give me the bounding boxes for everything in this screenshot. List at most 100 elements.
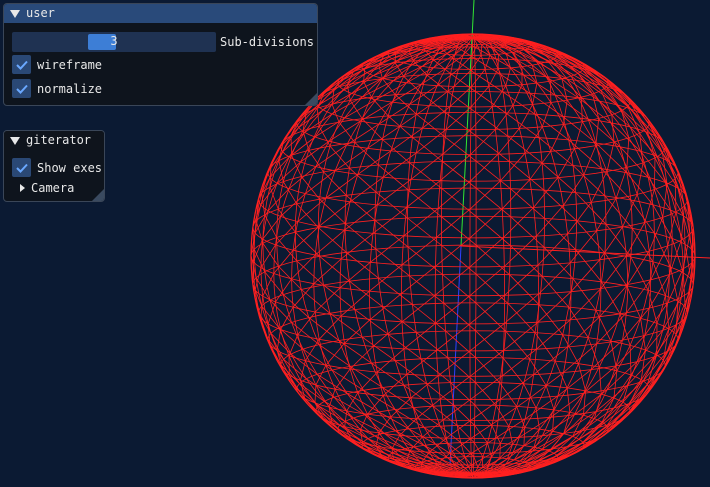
sphere-edge [495,105,514,130]
sphere-edge [536,319,571,350]
sphere-edge [582,63,609,84]
sphere-edge [574,121,583,149]
sphere-edge [383,152,417,178]
sphere-edge [412,304,446,332]
sphere-edge [469,208,503,239]
resize-grip-icon[interactable] [92,189,104,201]
sphere-edge [406,180,441,208]
sphere-edge [403,76,422,94]
user-panel-title-bar[interactable]: user [4,4,317,23]
sphere-edge [534,332,556,362]
sphere-edge [566,78,600,102]
collapse-arrow-icon[interactable] [10,136,20,145]
sphere-edge [422,106,451,129]
resize-grip-icon[interactable] [305,93,317,105]
show-exes-row[interactable]: Show exes [12,158,102,177]
camera-tree-node[interactable]: Camera [4,181,74,195]
sphere-edge [403,208,439,237]
sphere-edge [437,350,471,377]
sphere-edge [670,267,679,302]
sphere-edge [595,385,628,412]
normalize-row[interactable]: normalize [12,79,102,98]
sphere-edge [400,37,474,479]
check-icon [15,163,28,173]
sphere-edge [275,278,292,303]
sphere-edge [469,294,505,325]
sphere-edge [569,288,602,321]
user-panel-title: user [26,6,55,20]
sphere-edge [290,135,292,156]
sphere-edge [469,237,504,268]
sphere-edge [382,139,410,164]
sphere-edge [262,242,279,267]
sphere-edge [601,281,621,315]
sphere-edge [507,135,543,164]
sphere-edge [354,142,379,166]
sphere-edge [305,339,320,361]
sphere-edge [464,456,474,468]
sphere-edge [630,199,655,234]
sphere-edge [314,384,317,403]
tree-arrow-icon[interactable] [20,184,25,192]
sphere-edge [295,231,320,257]
sphere-edge [435,237,471,267]
sphere-edge [441,216,477,246]
sphere-edge [475,302,507,332]
sphere-edge [314,229,345,256]
show-exes-checkbox[interactable] [12,158,31,177]
sphere-edge [255,220,264,244]
sphere-edge [605,223,632,258]
sphere-edge [474,425,488,444]
sphere-edge [318,126,331,147]
sphere-edge [445,330,476,358]
sphere-edge [261,171,269,194]
giterator-panel[interactable]: giterator Show exes Camera [3,130,105,202]
collapse-arrow-icon[interactable] [10,9,20,18]
sphere-edge [499,73,531,94]
sphere-edge [631,228,654,263]
sphere-edge [504,235,537,267]
normalize-checkbox[interactable] [12,79,31,98]
sphere-edge [434,266,471,296]
sphere-edge [443,135,477,162]
sphere-edge [292,283,315,308]
sphere-edge [598,366,602,395]
sphere-edge [409,162,442,189]
sub-divisions-slider[interactable]: 3 [12,32,216,52]
sphere-edge [501,179,531,210]
sphere-edge [319,198,346,224]
user-panel[interactable]: user 3 Sub-divisions wireframe normalize [3,3,318,106]
sphere-edge [475,135,510,162]
sphere-edge [497,397,531,421]
sphere-edge [401,265,436,294]
sub-divisions-label: Sub-divisions [220,35,314,49]
sphere-edge [308,317,340,341]
normalize-label: normalize [37,81,103,96]
sphere-edge [470,153,499,182]
sphere-edge [557,148,575,178]
sphere-edge [500,374,534,400]
sphere-edge [682,234,691,269]
sphere-edge [439,375,471,400]
sphere-edge [344,223,377,250]
wireframe-checkbox[interactable] [12,55,31,74]
sphere-edge [470,86,490,108]
sphere-edge [475,273,509,304]
sphere-edge [488,68,499,87]
sphere-edge [410,153,444,180]
sphere-edge [338,121,356,143]
sphere-edge [470,437,496,454]
sphere-edge [319,255,350,282]
sphere-edge [407,246,443,275]
sphere-edge [441,188,477,217]
wireframe-row[interactable]: wireframe [12,55,102,74]
sphere-edge [313,37,474,477]
sphere-edge [443,302,476,332]
giterator-panel-title-bar[interactable]: giterator [4,131,104,150]
sphere-edge [473,442,484,458]
sphere-edge [536,205,564,237]
sphere-edge [567,202,592,235]
sphere-edge [540,63,551,82]
sphere-edge [569,230,597,264]
sphere-edge [523,427,526,446]
